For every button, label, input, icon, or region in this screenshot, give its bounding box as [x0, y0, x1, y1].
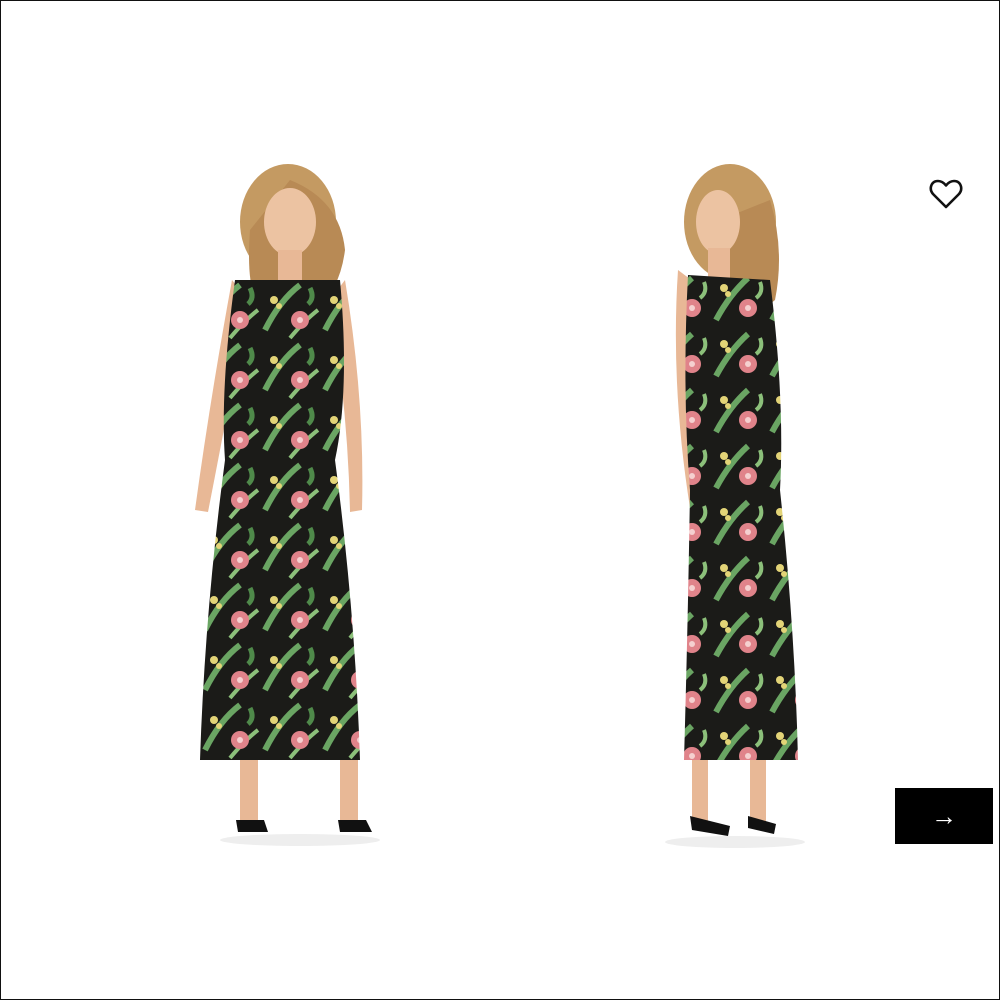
next-image-button[interactable]: →	[895, 788, 993, 844]
wishlist-heart-button[interactable]	[924, 172, 968, 216]
product-image-front[interactable]	[140, 160, 470, 860]
model-front-illustration	[195, 164, 380, 846]
model-side-illustration	[665, 164, 805, 848]
heart-outline-icon	[929, 179, 963, 209]
arrow-right-icon: →	[931, 801, 957, 831]
product-image-side[interactable]	[600, 160, 930, 860]
